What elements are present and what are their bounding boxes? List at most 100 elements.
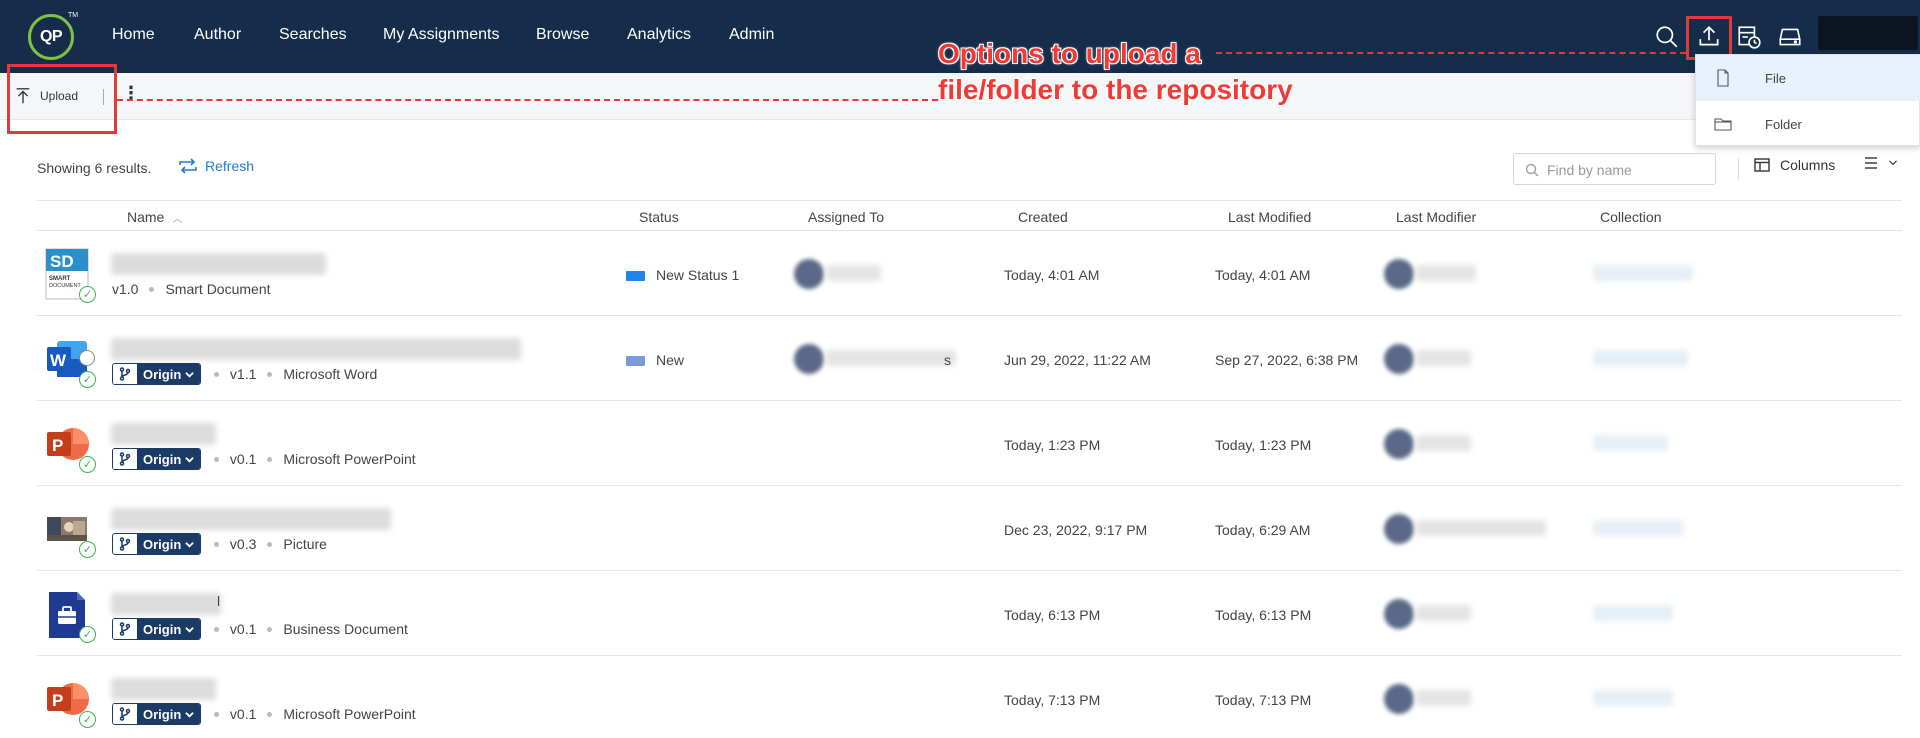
sort-ascending-icon: ︿ <box>172 214 183 225</box>
nav-my-assignments[interactable]: My Assignments <box>383 26 499 44</box>
document-name-redacted[interactable] <box>111 423 216 445</box>
origin-branch-button[interactable]: Origin <box>112 363 201 385</box>
table-row[interactable]: P ✓ Origin v0.1 Microsoft PowerPoint Tod… <box>37 401 1902 486</box>
upload-folder-label: Folder <box>1765 116 1802 132</box>
modifier-name-redacted <box>1416 265 1476 281</box>
column-header-assigned-to[interactable]: Assigned To <box>808 209 884 225</box>
modified-date: Today, 1:23 PM <box>1215 437 1312 453</box>
nav-analytics[interactable]: Analytics <box>627 26 691 44</box>
table-row[interactable]: W ✓ Origin v1.1 Microsoft Word New s Jun… <box>37 316 1902 401</box>
document-name-redacted[interactable] <box>111 678 216 700</box>
nav-searches[interactable]: Searches <box>279 26 347 44</box>
origin-branch-button[interactable]: Origin <box>112 618 201 640</box>
upload-file-option[interactable]: File <box>1696 55 1920 101</box>
refresh-button[interactable]: Refresh <box>177 158 254 174</box>
origin-branch-button[interactable]: Origin <box>112 533 201 555</box>
document-name-redacted[interactable] <box>111 593 221 615</box>
branch-icon <box>119 622 131 636</box>
upload-folder-option[interactable]: Folder <box>1696 101 1920 147</box>
modified-date: Today, 6:13 PM <box>1215 607 1312 623</box>
origin-label: Origin <box>143 536 182 552</box>
document-type: Microsoft Word <box>283 366 378 382</box>
upload-button-highlight <box>7 64 117 134</box>
view-mode-dropdown[interactable] <box>1864 156 1898 170</box>
modified-date: Today, 4:01 AM <box>1215 267 1311 283</box>
column-header-last-modified[interactable]: Last Modified <box>1228 209 1311 225</box>
nav-admin[interactable]: Admin <box>729 26 774 44</box>
nav-home[interactable]: Home <box>112 26 155 44</box>
document-type: Microsoft PowerPoint <box>283 451 416 467</box>
modifier-avatar <box>1384 599 1414 629</box>
document-name-redacted[interactable] <box>111 508 391 530</box>
drive-icon[interactable] <box>1775 22 1805 52</box>
checked-in-icon: ✓ <box>79 626 96 643</box>
search-icon[interactable] <box>1652 22 1682 52</box>
svg-text:W: W <box>50 351 67 370</box>
nav-author[interactable]: Author <box>194 26 241 44</box>
version-label: v1.1 <box>229 366 257 382</box>
table-header: Name ︿ Status Assigned To Created Last Mo… <box>37 200 1902 231</box>
document-meta: v1.0 Smart Document <box>112 278 271 300</box>
version-label: v0.3 <box>229 536 257 552</box>
table-row[interactable]: P ✓ Origin v0.1 Microsoft PowerPoint Tod… <box>37 656 1902 738</box>
column-header-last-modifier[interactable]: Last Modifier <box>1396 209 1476 225</box>
chevron-down-icon <box>185 626 194 633</box>
assignee-avatar <box>794 259 824 289</box>
qp-logo[interactable]: QP <box>28 14 74 60</box>
assignee-avatar <box>794 344 824 374</box>
created-date: Jun 29, 2022, 11:22 AM <box>1004 352 1151 368</box>
origin-label: Origin <box>143 621 182 637</box>
modified-date: Sep 27, 2022, 6:38 PM <box>1215 352 1359 368</box>
svg-text:DOCUMENT: DOCUMENT <box>49 283 81 289</box>
user-avatar[interactable] <box>1818 16 1918 50</box>
column-header-status[interactable]: Status <box>639 209 679 225</box>
nav-browse[interactable]: Browse <box>536 26 589 44</box>
origin-label: Origin <box>143 451 182 467</box>
document-meta: Origin v0.3 Picture <box>112 533 327 555</box>
collection-redacted[interactable] <box>1593 350 1688 366</box>
checked-in-icon: ✓ <box>79 371 96 388</box>
created-date: Today, 7:13 PM <box>1004 692 1101 708</box>
results-count: Showing 6 results. <box>37 160 152 176</box>
document-name-redacted[interactable] <box>111 253 326 275</box>
created-date: Today, 1:23 PM <box>1004 437 1101 453</box>
logo-trademark: TM <box>68 12 79 19</box>
modifier-avatar <box>1384 514 1414 544</box>
version-label: v0.1 <box>229 621 257 637</box>
assignee-name-redacted <box>826 350 956 366</box>
upload-file-label: File <box>1765 70 1786 86</box>
modifier-avatar <box>1384 344 1414 374</box>
columns-button[interactable]: Columns <box>1754 157 1835 173</box>
column-header-name[interactable]: Name ︿ <box>127 209 182 225</box>
version-label: v1.0 <box>112 281 139 297</box>
origin-branch-button[interactable]: Origin <box>112 448 201 470</box>
collection-redacted[interactable] <box>1593 520 1683 536</box>
annotation-callout: Options to upload a file/folder to the r… <box>938 36 1293 108</box>
column-header-collection[interactable]: Collection <box>1600 209 1661 225</box>
origin-branch-button[interactable]: Origin <box>112 703 201 725</box>
column-header-created[interactable]: Created <box>1018 209 1068 225</box>
folder-icon <box>1714 118 1732 131</box>
table-row[interactable]: ✓ Origin v0.3 Picture Dec 23, 2022, 9:17… <box>37 486 1902 571</box>
collection-redacted[interactable] <box>1593 265 1693 281</box>
document-type: Business Document <box>283 621 408 637</box>
status-text: New Status 1 <box>656 267 740 283</box>
modifier-avatar <box>1384 429 1414 459</box>
columns-icon <box>1754 158 1770 172</box>
origin-label: Origin <box>143 706 182 722</box>
table-row[interactable]: SD SMART DOCUMENT ✓ v1.0 Smart Document … <box>37 231 1902 316</box>
collection-redacted[interactable] <box>1593 605 1673 621</box>
table-row[interactable]: ✓ l Origin v0.1 Business Document Today,… <box>37 571 1902 656</box>
collection-redacted[interactable] <box>1593 435 1668 451</box>
document-name-redacted[interactable] <box>111 338 521 360</box>
chevron-down-icon <box>185 371 194 378</box>
document-meta: Origin v0.1 Microsoft PowerPoint <box>112 703 416 725</box>
svg-text:SD: SD <box>50 252 74 271</box>
file-icon <box>1717 69 1729 87</box>
scheduled-task-icon[interactable] <box>1734 22 1764 52</box>
collection-redacted[interactable] <box>1593 690 1673 706</box>
find-by-name-search <box>1513 153 1716 185</box>
checked-in-icon: ✓ <box>79 711 96 728</box>
document-meta: Origin v0.1 Business Document <box>112 618 408 640</box>
search-input[interactable] <box>1547 160 1707 180</box>
